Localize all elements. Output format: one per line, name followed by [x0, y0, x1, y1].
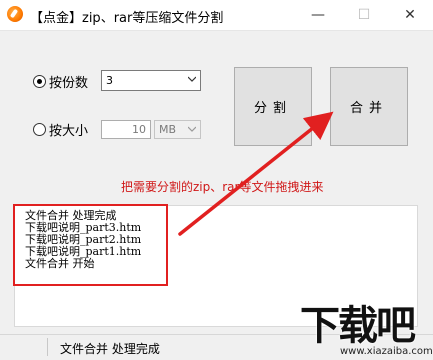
watermark-logo: 下载吧 www.xiazaiba.com [300, 293, 433, 359]
watermark-url: www.xiazaiba.com [340, 346, 433, 357]
status-text: 文件合并 处理完成 [60, 342, 160, 356]
status-divider [47, 338, 48, 356]
watermark-logo-text: 下载吧 [300, 303, 416, 349]
